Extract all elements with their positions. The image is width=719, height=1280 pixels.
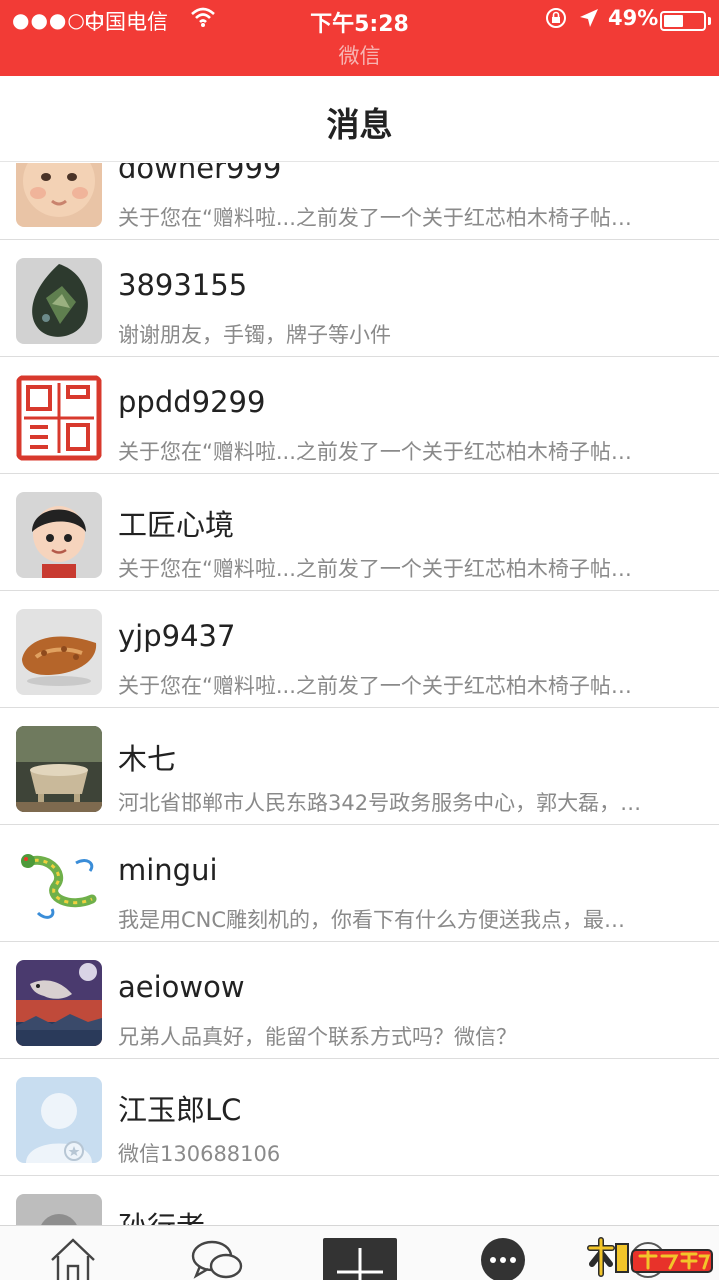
pottery-avatar[interactable] (16, 726, 102, 812)
sender-name: 孙行者 (118, 1204, 205, 1225)
message-preview: 微信130688106 (118, 1142, 281, 1166)
status-bar: ●●●○○ 中国电信 下午5:28 49% 微信 (0, 0, 719, 76)
sender-name: 3893155 (118, 268, 248, 302)
message-row[interactable]: mingui 我是用CNC雕刻机的，你看下有什么方便送我点，最… (0, 825, 719, 942)
home-icon[interactable] (48, 1236, 108, 1280)
message-preview: 关于您在“赠料啦...之前发了一个关于红芯柏木椅子帖… (118, 440, 632, 464)
message-row[interactable]: aeiowow 兄弟人品真好，能留个联系方式吗？微信？ (0, 942, 719, 1059)
page-title: 消息 (326, 105, 393, 144)
red-seal-avatar[interactable] (16, 375, 102, 461)
rotation-lock-icon (545, 7, 567, 29)
message-preview: 关于您在“赠料啦...之前发了一个关于红芯柏木椅子帖… (118, 206, 632, 230)
baby-face-avatar[interactable] (16, 163, 102, 227)
grey-avatar[interactable] (16, 1194, 102, 1225)
message-row[interactable]: 木七 河北省邯郸市人民东路342号政务服务中心，郭大磊，… (0, 708, 719, 825)
chat-bubbles-icon[interactable] (190, 1236, 250, 1280)
battery-level (664, 15, 683, 27)
default-user-avatar[interactable] (16, 1077, 102, 1163)
dragon-avatar[interactable] (16, 843, 102, 929)
cartoon-boy-avatar[interactable] (16, 492, 102, 578)
battery-icon (660, 11, 706, 31)
sender-name: ppdd9299 (118, 385, 266, 419)
message-row[interactable]: 孙行者 (0, 1176, 719, 1225)
sender-name: downer999 (118, 163, 282, 185)
message-preview: 关于您在“赠料啦...之前发了一个关于红芯柏木椅子帖… (118, 674, 632, 698)
more-icon[interactable] (480, 1236, 540, 1280)
gemstone-avatar[interactable] (16, 258, 102, 344)
sender-name: aeiowow (118, 970, 245, 1004)
message-row[interactable]: 工匠心境 关于您在“赠料啦...之前发了一个关于红芯柏木椅子帖… (0, 474, 719, 591)
message-row[interactable]: 3893155 谢谢朋友，手镯，牌子等小件 (0, 240, 719, 357)
plus-icon[interactable] (323, 1238, 397, 1280)
battery-nub (708, 17, 711, 25)
message-row[interactable]: downer999 关于您在“赠料啦...之前发了一个关于红芯柏木椅子帖… (0, 163, 719, 240)
wolf-moon-avatar[interactable] (16, 960, 102, 1046)
message-preview: 谢谢朋友，手镯，牌子等小件 (118, 323, 391, 347)
message-preview: 河北省邯郸市人民东路342号政务服务中心，郭大磊，… (118, 791, 642, 815)
sender-name: yjp9437 (118, 619, 236, 653)
nav-bar: 消息 (0, 76, 719, 162)
message-list[interactable]: downer999 关于您在“赠料啦...之前发了一个关于红芯柏木椅子帖… 38… (0, 163, 719, 1225)
carved-wood-avatar[interactable] (16, 609, 102, 695)
sender-name: 木七 (118, 742, 177, 776)
message-preview: 关于您在“赠料啦...之前发了一个关于红芯柏木椅子帖… (118, 557, 632, 581)
sender-name: 江玉郎LC (118, 1093, 242, 1127)
battery-percent: 49% (608, 6, 659, 30)
sender-name: 工匠心境 (118, 508, 235, 542)
message-preview: 兄弟人品真好，能留个联系方式吗？微信？ (118, 1025, 517, 1049)
sender-name: mingui (118, 853, 218, 887)
message-row[interactable]: yjp9437 关于您在“赠料啦...之前发了一个关于红芯柏木椅子帖… (0, 591, 719, 708)
message-preview: 我是用CNC雕刻机的，你看下有什么方便送我点，最… (118, 908, 626, 932)
message-row[interactable]: 江玉郎LC 微信130688106 (0, 1059, 719, 1176)
location-arrow-icon (578, 7, 600, 29)
message-row[interactable]: ppdd9299 关于您在“赠料啦...之前发了一个关于红芯柏木椅子帖… (0, 357, 719, 474)
return-to-app-link[interactable]: 微信 (0, 40, 719, 70)
watermark-logo (586, 1234, 714, 1278)
